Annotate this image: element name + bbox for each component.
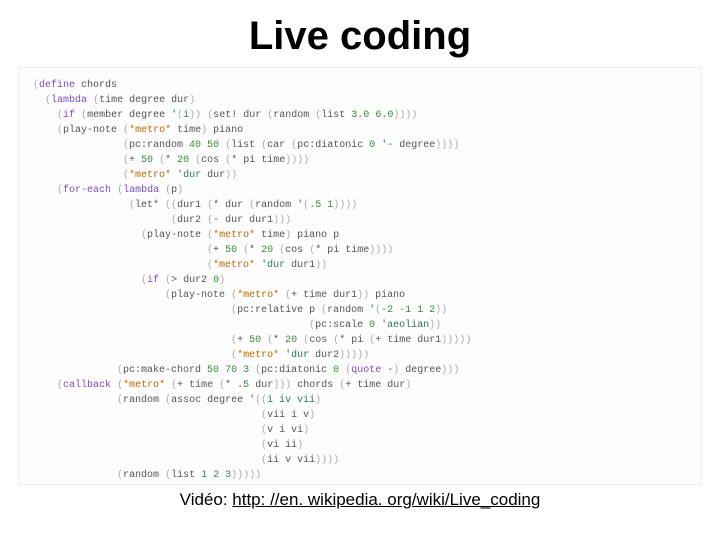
slide: Live coding (define chords (lambda (time… (0, 0, 720, 540)
code-panel: (define chords (lambda (time degree dur)… (18, 67, 702, 485)
code-block: (define chords (lambda (time degree dur)… (33, 78, 687, 485)
page-title: Live coding (0, 0, 720, 67)
footer: Vidéo: http: //en. wikipedia. org/wiki/L… (0, 490, 720, 510)
footer-prefix: Vidéo: (180, 490, 233, 509)
video-link[interactable]: http: //en. wikipedia. org/wiki/Live_cod… (232, 490, 540, 509)
